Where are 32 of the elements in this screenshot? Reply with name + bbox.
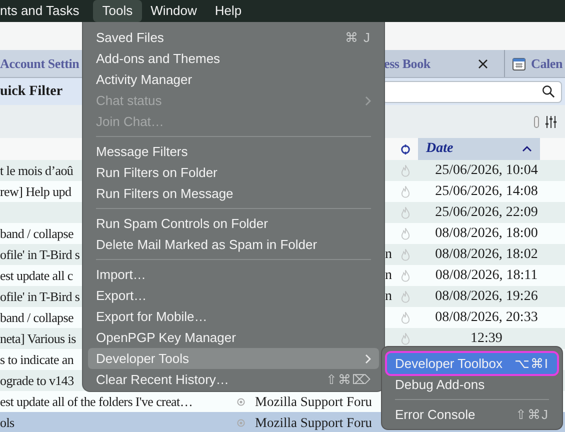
message-correspondent: Mozilla Support Foru — [255, 414, 372, 430]
shortcut-label: ⌘ J — [344, 30, 371, 45]
message-subject: est update all c — [0, 268, 73, 282]
shortcut-label: ⇧⌘⌦ — [326, 372, 371, 387]
message-date: 08/08/2026, 20:33 — [435, 310, 538, 324]
message-date: 08/08/2026, 19:26 — [435, 288, 538, 304]
tab-label: ess Book — [384, 56, 430, 72]
tab-label: Calen — [531, 56, 563, 72]
message-date: 08/08/2026, 18:00 — [435, 226, 538, 240]
message-subject: rew] Help upd — [0, 184, 72, 198]
tab-label: Account Settin — [0, 56, 80, 72]
shortcut-label: ⌥⌘I — [514, 356, 549, 371]
message-date: 08/08/2026, 18:11 — [435, 268, 538, 282]
message-subject: t le mois d’aoû — [0, 162, 74, 178]
message-subject: ograde to v143 — [0, 372, 74, 388]
message-subject: neta] Various is — [0, 330, 76, 346]
message-subject: ols — [0, 414, 14, 430]
message-correspondent: n — [385, 288, 392, 304]
message-date: 25/06/2026, 22:09 — [435, 204, 538, 220]
message-correspondent: n — [385, 246, 392, 262]
message-date: 08/08/2026, 18:02 — [435, 246, 538, 262]
message-date: 25/06/2026, 14:08 — [435, 184, 538, 198]
message-subject: band / collapse — [0, 310, 74, 324]
message-date: 12:39 — [470, 330, 502, 346]
message-subject: ofile' in T-Bird s — [0, 246, 80, 262]
message-subject: s to indicate an — [0, 352, 74, 366]
message-correspondent: Mozilla Support Foru — [255, 394, 372, 408]
message-date: 25/06/2026, 10:04 — [435, 162, 538, 178]
message-subject: band / collapse — [0, 226, 74, 240]
message-subject: ofile' in T-Bird s — [0, 288, 80, 304]
message-subject: est update all of the folders I've creat… — [0, 394, 193, 408]
message-correspondent: n — [385, 268, 392, 282]
